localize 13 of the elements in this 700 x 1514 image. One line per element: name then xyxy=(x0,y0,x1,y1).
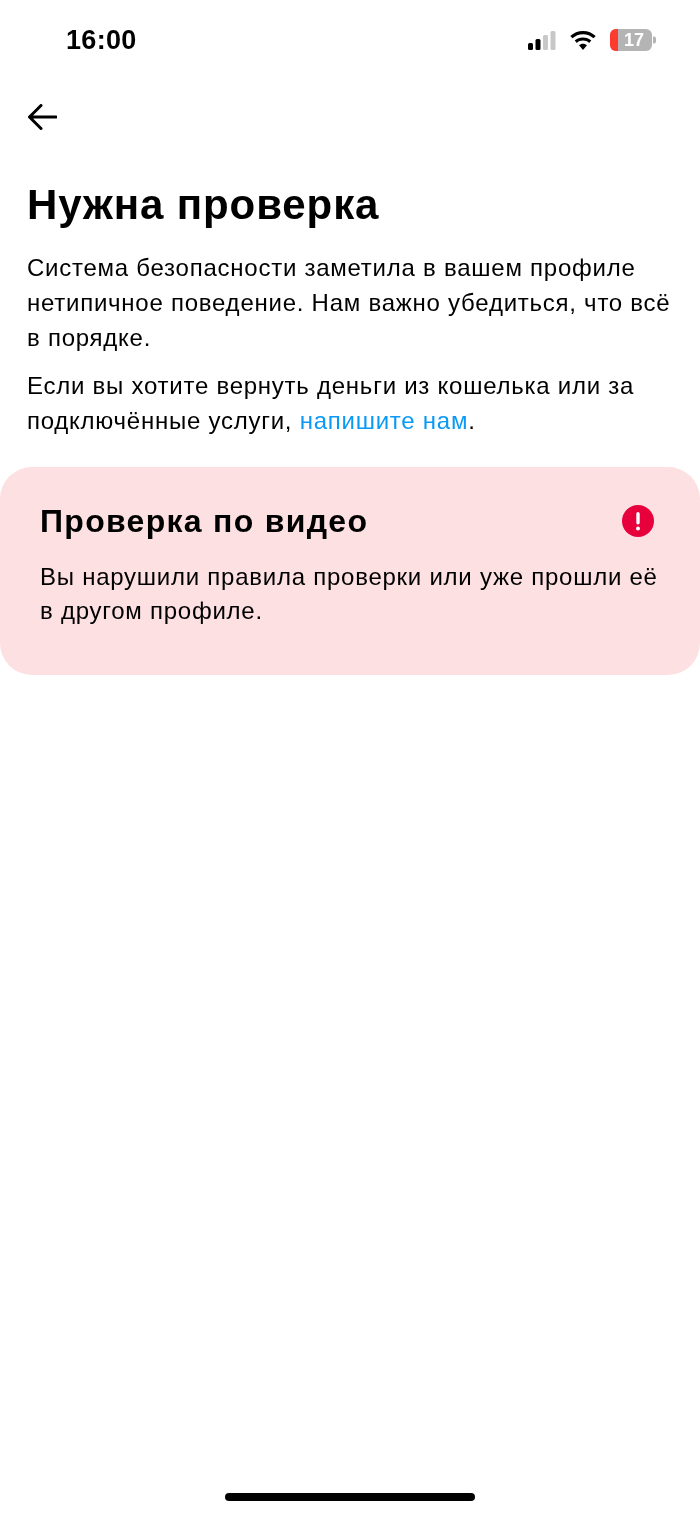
back-arrow-icon xyxy=(27,104,57,130)
battery-percentage: 17 xyxy=(624,31,644,49)
wifi-icon xyxy=(570,30,596,50)
battery-icon xyxy=(610,29,656,51)
page-title: Нужна проверка xyxy=(27,181,381,229)
info-text: Система безопасности заметила в вашем профиле нетипичное поведение. Нам важно убедиться, что всё в порядке. xyxy=(27,253,672,353)
card-title: Проверка по видео xyxy=(40,502,369,540)
card-text: Вы нарушили правила проверки или уже прошли её в другом профиле. xyxy=(40,562,659,626)
refund-info-text: Если вы хотите вернуть деньги из кошелька или за подключённые услуги, напишите нам. xyxy=(27,371,636,436)
exclamation-icon xyxy=(622,505,654,537)
write-us-link[interactable]: напишите нам xyxy=(299,407,469,434)
status-time: 16:00 xyxy=(66,24,137,56)
signal-icon xyxy=(528,30,556,50)
